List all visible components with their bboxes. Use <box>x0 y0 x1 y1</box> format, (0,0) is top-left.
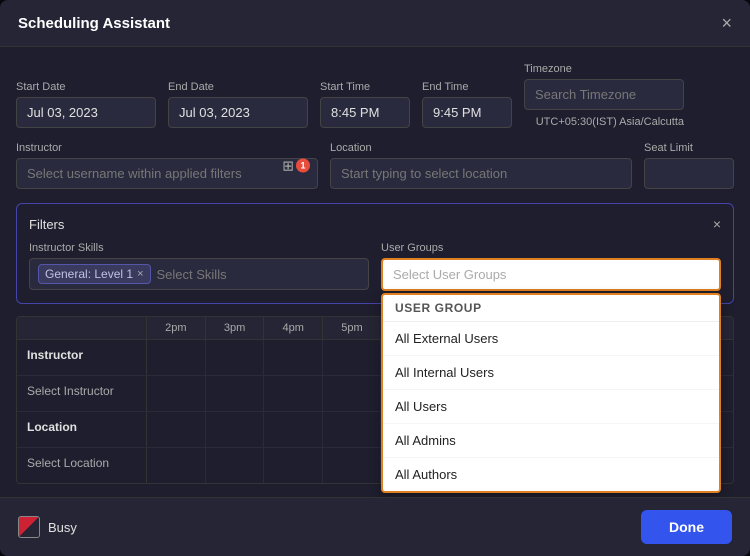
seat-limit-input[interactable] <box>644 158 734 189</box>
grid-time-3pm: 3pm <box>206 317 265 339</box>
grid-location-label: Location <box>17 412 147 447</box>
start-time-label: Start Time <box>320 81 410 93</box>
busy-indicator: Busy <box>18 516 77 538</box>
dropdown-section-header: User Group <box>383 295 719 322</box>
instructor-input[interactable] <box>16 158 318 189</box>
instructor-row: Instructor ⊞ 1 Location Seat Limit <box>16 142 734 189</box>
grid-instructor-label: Instructor <box>17 340 147 375</box>
grid-cell <box>206 376 265 411</box>
dropdown-item-all-external[interactable]: All External Users <box>383 322 719 356</box>
end-time-label: End Time <box>422 81 512 93</box>
dropdown-item-all-admins[interactable]: All Admins <box>383 424 719 458</box>
dropdown-item-all-authors[interactable]: All Authors <box>383 458 719 491</box>
grid-time-5pm: 5pm <box>323 317 382 339</box>
modal-title: Scheduling Assistant <box>18 15 170 32</box>
filters-header: Filters × <box>29 216 721 232</box>
end-date-group: End Date <box>168 81 308 128</box>
start-date-group: Start Date <box>16 81 156 128</box>
start-date-label: Start Date <box>16 81 156 93</box>
modal-body: Start Date End Date Start Time End Time … <box>0 47 750 497</box>
start-date-input[interactable] <box>16 97 156 128</box>
start-time-group: Start Time <box>320 81 410 128</box>
skills-placeholder: Select Skills <box>157 267 227 282</box>
filters-close-button[interactable]: × <box>713 216 721 232</box>
instructor-label: Instructor <box>16 142 318 154</box>
grid-cell <box>264 448 323 483</box>
grid-cell <box>323 376 382 411</box>
done-button[interactable]: Done <box>641 510 732 544</box>
close-button[interactable]: × <box>721 14 732 32</box>
grid-cell <box>147 448 206 483</box>
grid-label-col-header <box>17 317 147 339</box>
grid-cell <box>323 448 382 483</box>
grid-cell <box>206 340 265 375</box>
instructor-group: Instructor ⊞ 1 <box>16 142 318 189</box>
user-groups-group: User Groups User Group All External User… <box>381 242 721 291</box>
user-groups-label: User Groups <box>381 242 721 254</box>
filters-title: Filters <box>29 217 64 232</box>
start-time-input[interactable] <box>320 97 410 128</box>
filter-badge-container: ⊞ 1 <box>282 157 310 174</box>
grid-cell <box>323 340 382 375</box>
instructor-skills-group: Instructor Skills General: Level 1 × Sel… <box>29 242 369 290</box>
filter-count-badge: 1 <box>296 159 310 173</box>
location-group: Location <box>330 142 632 189</box>
end-time-group: End Time <box>422 81 512 128</box>
filters-row: Instructor Skills General: Level 1 × Sel… <box>29 242 721 291</box>
grid-time-2pm: 2pm <box>147 317 206 339</box>
instructor-skills-label: Instructor Skills <box>29 242 369 254</box>
dropdown-item-all-internal[interactable]: All Internal Users <box>383 356 719 390</box>
timezone-group: Timezone UTC+05:30(IST) Asia/Calcutta <box>524 63 684 128</box>
skills-input-wrap[interactable]: General: Level 1 × Select Skills <box>29 258 369 290</box>
grid-cell <box>264 412 323 447</box>
grid-time-4pm: 4pm <box>264 317 323 339</box>
seat-limit-label: Seat Limit <box>644 142 734 154</box>
skill-tag: General: Level 1 × <box>38 264 151 284</box>
user-groups-dropdown: User Group All External Users All Intern… <box>381 293 721 493</box>
modal-overlay: Scheduling Assistant × Start Date End Da… <box>0 0 750 556</box>
location-input[interactable] <box>330 158 632 189</box>
grid-cell <box>264 376 323 411</box>
grid-cell <box>147 376 206 411</box>
busy-label: Busy <box>48 520 77 535</box>
dropdown-item-all-users[interactable]: All Users <box>383 390 719 424</box>
timezone-label: Timezone <box>524 63 684 75</box>
skill-tag-label: General: Level 1 <box>45 267 133 281</box>
grid-cell <box>323 412 382 447</box>
grid-cell <box>206 448 265 483</box>
user-groups-input[interactable] <box>381 258 721 291</box>
end-date-input[interactable] <box>168 97 308 128</box>
end-time-input[interactable] <box>422 97 512 128</box>
grid-cell <box>147 412 206 447</box>
filters-section: Filters × Instructor Skills General: Lev… <box>16 203 734 304</box>
busy-color-box <box>18 516 40 538</box>
seat-limit-group: Seat Limit <box>644 142 734 189</box>
timezone-input[interactable] <box>524 79 684 110</box>
modal-header: Scheduling Assistant × <box>0 0 750 47</box>
skill-tag-remove[interactable]: × <box>137 268 143 280</box>
scheduling-assistant-modal: Scheduling Assistant × Start Date End Da… <box>0 0 750 556</box>
filter-icon[interactable]: ⊞ <box>282 157 294 174</box>
grid-cell <box>147 340 206 375</box>
grid-cell <box>264 340 323 375</box>
date-row: Start Date End Date Start Time End Time … <box>16 63 734 128</box>
grid-cell <box>206 412 265 447</box>
modal-footer: Busy Done <box>0 497 750 556</box>
timezone-note: UTC+05:30(IST) Asia/Calcutta <box>524 116 684 128</box>
grid-select-instructor-label: Select Instructor <box>17 376 147 411</box>
location-label: Location <box>330 142 632 154</box>
end-date-label: End Date <box>168 81 308 93</box>
grid-select-location-label: Select Location <box>17 448 147 483</box>
